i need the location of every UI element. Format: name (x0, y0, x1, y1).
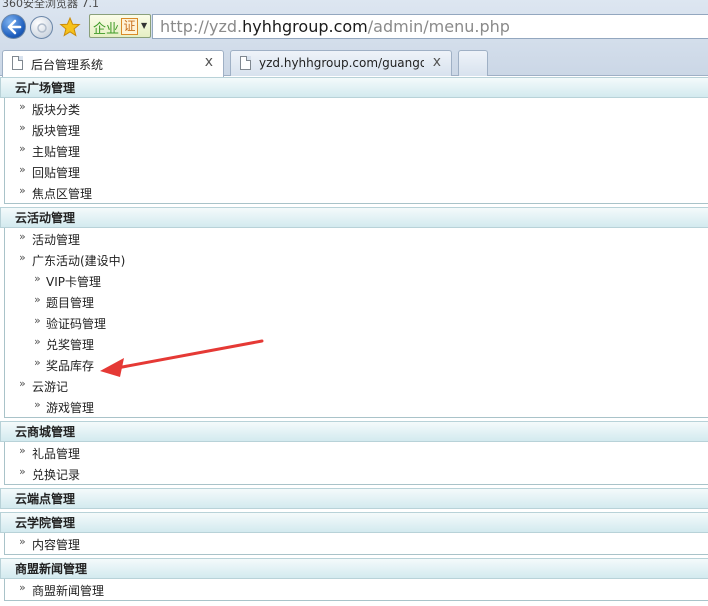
url-host: hyhhgroup.com (242, 17, 368, 36)
new-tab-button[interactable] (458, 50, 488, 76)
close-icon[interactable]: x (205, 54, 213, 70)
page-icon (12, 56, 23, 70)
tab-label: yzd.hyhhgroup.com/guangd (259, 56, 424, 70)
star-icon[interactable] (59, 16, 81, 38)
menu-item[interactable]: » 版块管理 (5, 119, 708, 140)
menu-item[interactable]: » 版块分类 (5, 98, 708, 119)
browser-chrome: 360安全浏览器 7.1 企业 证 ▼ http://yzd.hyhhgroup… (0, 0, 708, 77)
double-chevron-icon: » (34, 293, 41, 306)
menu-item-link[interactable]: 版块管理 (32, 122, 80, 139)
menu-item-link[interactable]: 题目管理 (46, 294, 94, 311)
window-titlebar: 360安全浏览器 7.1 (0, 0, 708, 10)
page-icon (240, 56, 251, 70)
menu-item[interactable]: » 兑换记录 (5, 463, 708, 484)
menu-item[interactable]: » 题目管理 (5, 291, 708, 312)
forward-button[interactable] (30, 16, 53, 39)
double-chevron-icon: » (34, 314, 41, 327)
menu-item[interactable]: » 活动管理 (5, 228, 708, 249)
close-icon[interactable]: x (433, 54, 441, 70)
double-chevron-icon: » (19, 163, 26, 176)
url-path: /admin/menu.php (367, 17, 510, 36)
menu-item-link[interactable]: 游戏管理 (46, 399, 94, 416)
menu-item[interactable]: » 内容管理 (5, 533, 708, 554)
menu-item[interactable]: » VIP卡管理 (5, 270, 708, 291)
menu-item-link[interactable]: 广东活动(建设中) (32, 252, 125, 269)
tab-label: 后台管理系统 (31, 58, 104, 72)
menu-item-link[interactable]: 回贴管理 (32, 164, 80, 181)
tab-guangdong[interactable]: yzd.hyhhgroup.com/guangd x (230, 50, 452, 76)
menu-item[interactable]: » 礼品管理 (5, 442, 708, 463)
menu-item[interactable]: » 主贴管理 (5, 140, 708, 161)
double-chevron-icon: » (19, 581, 26, 594)
menu-section-header[interactable]: 云广场管理 (0, 77, 708, 98)
certificate-badge[interactable]: 企业 证 ▼ (89, 14, 151, 38)
menu-section-body: » 商盟新闻管理 (4, 579, 708, 601)
double-chevron-icon: » (34, 272, 41, 285)
double-chevron-icon: » (34, 335, 41, 348)
section-title[interactable]: 云学院管理 (15, 514, 75, 531)
double-chevron-icon: » (19, 377, 26, 390)
window-title: 360安全浏览器 7.1 (2, 0, 99, 10)
cert-mark-icon: 证 (121, 18, 138, 35)
menu-item-link[interactable]: 主贴管理 (32, 143, 80, 160)
admin-menu: 云广场管理 » 版块分类 » 版块管理 » 主贴管理 » 回贴管理 » 焦点区管理云活动管理 » 活动管… (0, 77, 708, 604)
chevron-down-icon: ▼ (141, 21, 148, 30)
forward-icon (37, 23, 47, 33)
menu-item-link[interactable]: 版块分类 (32, 101, 80, 118)
section-title[interactable]: 云商城管理 (15, 423, 75, 440)
section-title[interactable]: 云广场管理 (15, 79, 75, 96)
back-arrow-icon (7, 19, 22, 35)
double-chevron-icon: » (19, 251, 26, 264)
double-chevron-icon: » (34, 356, 41, 369)
double-chevron-icon: » (19, 465, 26, 478)
menu-item[interactable]: » 游戏管理 (5, 396, 708, 417)
tab-admin-system[interactable]: 后台管理系统 x (2, 50, 224, 77)
menu-section-header[interactable]: 云学院管理 (0, 512, 708, 533)
menu-section-header[interactable]: 云商城管理 (0, 421, 708, 442)
menu-section-header[interactable]: 商盟新闻管理 (0, 558, 708, 579)
menu-item[interactable]: » 广东活动(建设中) (5, 249, 708, 270)
menu-item[interactable]: » 焦点区管理 (5, 182, 708, 203)
double-chevron-icon: » (19, 444, 26, 457)
menu-item-link[interactable]: 云游记 (32, 378, 68, 395)
menu-item-link[interactable]: 礼品管理 (32, 445, 80, 462)
section-title[interactable]: 云端点管理 (15, 490, 75, 507)
menu-section-header[interactable]: 云端点管理 (0, 488, 708, 509)
double-chevron-icon: » (19, 121, 26, 134)
double-chevron-icon: » (19, 142, 26, 155)
section-gap (0, 601, 708, 604)
menu-item[interactable]: » 奖品库存 (5, 354, 708, 375)
section-title[interactable]: 云活动管理 (15, 209, 75, 226)
cert-company-label: 企业 (93, 22, 120, 37)
double-chevron-icon: » (19, 535, 26, 548)
menu-section-header[interactable]: 云活动管理 (0, 207, 708, 228)
double-chevron-icon: » (19, 230, 26, 243)
back-button[interactable] (1, 14, 26, 39)
menu-item[interactable]: » 云游记 (5, 375, 708, 396)
menu-item-link[interactable]: 活动管理 (32, 231, 80, 248)
menu-item-link[interactable]: 兑奖管理 (46, 336, 94, 353)
menu-item-link[interactable]: 奖品库存 (46, 357, 94, 374)
section-title[interactable]: 商盟新闻管理 (15, 560, 87, 577)
menu-item-link[interactable]: VIP卡管理 (46, 273, 101, 290)
menu-item[interactable]: » 验证码管理 (5, 312, 708, 333)
menu-section-body: » 内容管理 (4, 533, 708, 555)
menu-item-link[interactable]: 焦点区管理 (32, 185, 92, 202)
menu-item[interactable]: » 回贴管理 (5, 161, 708, 182)
url-text[interactable]: http://yzd.hyhhgroup.com/admin/menu.php (160, 17, 510, 36)
double-chevron-icon: » (19, 100, 26, 113)
double-chevron-icon: » (34, 398, 41, 411)
address-bar[interactable]: http://yzd.hyhhgroup.com/admin/menu.php (152, 14, 708, 39)
menu-item[interactable]: » 商盟新闻管理 (5, 579, 708, 600)
menu-item-link[interactable]: 兑换记录 (32, 466, 80, 483)
double-chevron-icon: » (19, 184, 26, 197)
url-prefix: http://yzd. (160, 17, 243, 36)
menu-section-body: » 版块分类 » 版块管理 » 主贴管理 » 回贴管理 » 焦点区管理 (4, 98, 708, 204)
menu-item-link[interactable]: 商盟新闻管理 (32, 582, 104, 599)
menu-item[interactable]: » 兑奖管理 (5, 333, 708, 354)
menu-item-link[interactable]: 验证码管理 (46, 315, 106, 332)
menu-item-link[interactable]: 内容管理 (32, 536, 80, 553)
menu-section-body: » 礼品管理 » 兑换记录 (4, 442, 708, 485)
menu-section-body: » 活动管理 » 广东活动(建设中) » VIP卡管理 » 题目管理 » 验证码管理 » 兑奖管理 » 奖… (4, 228, 708, 418)
